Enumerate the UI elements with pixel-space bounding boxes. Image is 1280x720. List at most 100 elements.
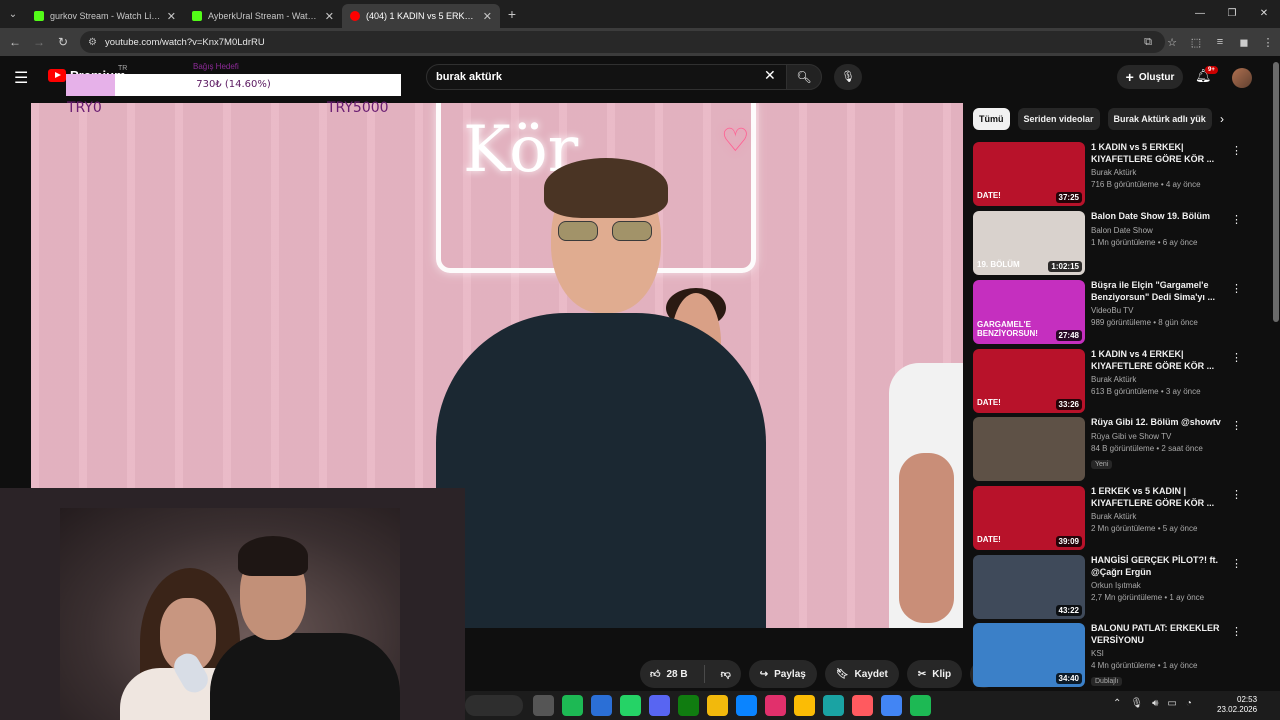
- taskbar-app-icon[interactable]: [533, 695, 554, 716]
- new-tab-button[interactable]: +: [500, 6, 524, 22]
- menu-icon[interactable]: ⋮: [1256, 36, 1280, 49]
- chip-series[interactable]: Seriden videolar: [1017, 108, 1100, 130]
- save-button[interactable]: 🔖︎ Kaydet: [824, 660, 899, 688]
- channel-name[interactable]: Burak Aktürk: [1091, 512, 1221, 521]
- close-window-icon[interactable]: ✕: [1248, 0, 1280, 28]
- share-button[interactable]: ↪ Paylaş: [748, 660, 817, 688]
- taskbar-app-icon[interactable]: [620, 695, 641, 716]
- browser-tab-active[interactable]: (404) 1 KADIN vs 5 ERKEK| KIYA ✕: [342, 4, 500, 28]
- chip-uploader[interactable]: Burak Aktürk adlı yük: [1107, 108, 1212, 130]
- site-info-icon[interactable]: ⚙: [88, 37, 97, 48]
- more-options-icon[interactable]: ⋮: [1231, 557, 1242, 570]
- extensions-icon[interactable]: ⬚: [1184, 36, 1208, 49]
- more-options-icon[interactable]: ⋮: [1231, 351, 1242, 364]
- channel-name[interactable]: Orkun Işıtmak: [1091, 581, 1221, 590]
- recommended-video[interactable]: Rüya Gibi 12. Bölüm @showtv Rüya Gibi ve …: [973, 417, 1242, 481]
- tray-chevron-icon[interactable]: ⌃: [1113, 698, 1121, 709]
- channel-name[interactable]: VideoBu TV: [1091, 306, 1221, 315]
- taskbar-app-icon[interactable]: [707, 695, 728, 716]
- video-title[interactable]: 1 KADIN vs 4 ERKEK| KIYAFETLERE GÖRE KÖR…: [1091, 349, 1221, 372]
- page-scrollbar[interactable]: [1273, 62, 1279, 322]
- recommended-video[interactable]: DATE! 39:09 1 ERKEK vs 5 KADIN | KIYAFETLE…: [973, 486, 1242, 550]
- like-button[interactable]: 👍︎ 28 B: [640, 660, 698, 688]
- video-thumbnail[interactable]: GARGAMEL'E BENZİYORSUN! 27:48: [973, 280, 1085, 344]
- taskbar-app-icon[interactable]: [736, 695, 757, 716]
- close-tab-icon[interactable]: ✕: [483, 10, 492, 23]
- avatar[interactable]: [1232, 68, 1252, 88]
- more-options-icon[interactable]: ⋮: [1231, 625, 1242, 638]
- recommended-video[interactable]: GARGAMEL'E BENZİYORSUN! 27:48 Büşra ile El…: [973, 280, 1242, 344]
- dislike-button[interactable]: 👎︎: [711, 660, 741, 688]
- search-button[interactable]: 🔍︎: [786, 64, 822, 90]
- maximize-icon[interactable]: ❐: [1216, 0, 1248, 28]
- video-title[interactable]: 1 KADIN vs 5 ERKEK| KIYAFETLERE GÖRE KÖR…: [1091, 142, 1221, 165]
- bookmark-star-icon[interactable]: ☆: [1160, 36, 1184, 49]
- chevron-right-icon[interactable]: ›: [1220, 112, 1224, 126]
- reload-icon[interactable]: ↻: [51, 35, 75, 49]
- search-input[interactable]: burak aktürk: [426, 64, 788, 90]
- video-thumbnail[interactable]: DATE! 33:26: [973, 349, 1085, 413]
- more-options-icon[interactable]: ⋮: [1231, 419, 1242, 432]
- channel-name[interactable]: KSI: [1091, 649, 1221, 658]
- video-title[interactable]: Büşra ile Elçin "Gargamel'e Benziyorsun"…: [1091, 280, 1221, 303]
- taskbar-app-icon[interactable]: [852, 695, 873, 716]
- taskbar-clock[interactable]: 02:53 23.02.2026: [1217, 695, 1257, 715]
- channel-name[interactable]: Balon Date Show: [1091, 226, 1221, 235]
- video-title[interactable]: BALONU PATLAT: ERKEKLER VERSİYONU: [1091, 623, 1221, 646]
- tray-wifi-icon[interactable]: ◔: [1186, 698, 1192, 709]
- taskbar-app-icon[interactable]: [678, 695, 699, 716]
- recommended-video[interactable]: DATE! 37:25 1 KADIN vs 5 ERKEK| KIYAFETLER…: [973, 142, 1242, 206]
- taskbar-app-icon[interactable]: [823, 695, 844, 716]
- chip-all[interactable]: Tümü: [973, 108, 1010, 130]
- taskbar-app-icon[interactable]: [765, 695, 786, 716]
- taskbar-app-icon[interactable]: [562, 695, 583, 716]
- video-thumbnail[interactable]: 34:40: [973, 623, 1085, 687]
- more-options-icon[interactable]: ⋮: [1231, 144, 1242, 157]
- back-icon[interactable]: ←: [3, 35, 27, 49]
- forward-icon[interactable]: →: [27, 35, 51, 49]
- voice-search-icon[interactable]: 🎙︎: [834, 64, 862, 90]
- more-options-icon[interactable]: ⋮: [1231, 488, 1242, 501]
- channel-name[interactable]: Burak Aktürk: [1091, 168, 1221, 177]
- youtube-logo-icon[interactable]: [48, 69, 66, 82]
- browser-tab[interactable]: AyberkUral Stream - Watch Live ✕: [184, 4, 342, 28]
- taskbar-app-icon[interactable]: [649, 695, 670, 716]
- video-thumbnail[interactable]: 43:22: [973, 555, 1085, 619]
- create-button[interactable]: + Oluştur: [1117, 65, 1183, 89]
- minimize-icon[interactable]: —: [1184, 0, 1216, 28]
- recommended-video[interactable]: 43:22 HANGİSİ GERÇEK PİLOT?! ft. @Çağrı E…: [973, 555, 1242, 619]
- clip-button[interactable]: ✂ Klip: [906, 660, 963, 688]
- video-thumbnail[interactable]: 19. BÖLÜM 1:02:15: [973, 211, 1085, 275]
- browser-tab[interactable]: gurkov Stream - Watch Live on ✕: [26, 4, 184, 28]
- taskbar-app-icon[interactable]: [794, 695, 815, 716]
- close-tab-icon[interactable]: ✕: [167, 10, 176, 23]
- channel-name[interactable]: Rüya Gibi ve Show TV: [1091, 432, 1221, 441]
- tab-search-dropdown-icon[interactable]: ⌄: [0, 0, 26, 28]
- video-title[interactable]: 1 ERKEK vs 5 KADIN | KIYAFETLERE GÖRE KÖ…: [1091, 486, 1221, 509]
- close-tab-icon[interactable]: ✕: [325, 10, 334, 23]
- recommended-video[interactable]: 19. BÖLÜM 1:02:15 Balon Date Show 19. Bölü…: [973, 211, 1242, 275]
- more-options-icon[interactable]: ⋮: [1231, 282, 1242, 295]
- more-options-icon[interactable]: ⋮: [1231, 213, 1242, 226]
- recommended-video[interactable]: DATE! 33:26 1 KADIN vs 4 ERKEK| KIYAFETLER…: [973, 349, 1242, 413]
- install-icon[interactable]: ⧉: [1136, 36, 1160, 49]
- video-thumbnail[interactable]: DATE! 37:25: [973, 142, 1085, 206]
- address-bar[interactable]: ⚙ youtube.com/watch?v=Knx7M0LdrRU: [80, 31, 1165, 53]
- taskbar-app-icon[interactable]: [591, 695, 612, 716]
- taskbar-app-icon[interactable]: [881, 695, 902, 716]
- hamburger-menu-icon[interactable]: ☰: [14, 68, 28, 88]
- profile-icon[interactable]: ◼: [1232, 36, 1256, 49]
- taskbar-search[interactable]: [465, 695, 523, 716]
- channel-name[interactable]: Burak Aktürk: [1091, 375, 1221, 384]
- tray-volume-icon[interactable]: 🔊︎: [1152, 698, 1158, 709]
- video-thumbnail[interactable]: DATE! 39:09: [973, 486, 1085, 550]
- media-icon[interactable]: ≡: [1208, 36, 1232, 48]
- video-thumbnail[interactable]: [973, 417, 1085, 481]
- video-title[interactable]: HANGİSİ GERÇEK PİLOT?! ft. @Çağrı Ergün: [1091, 555, 1221, 578]
- clear-search-icon[interactable]: ✕: [764, 67, 776, 84]
- taskbar-app-icon[interactable]: [910, 695, 931, 716]
- tray-battery-icon[interactable]: ▭: [1167, 698, 1176, 709]
- video-title[interactable]: Balon Date Show 19. Bölüm: [1091, 211, 1221, 223]
- video-title[interactable]: Rüya Gibi 12. Bölüm @showtv: [1091, 417, 1221, 429]
- recommended-video[interactable]: 34:40 BALONU PATLAT: ERKEKLER VERSİYONU KS…: [973, 623, 1242, 687]
